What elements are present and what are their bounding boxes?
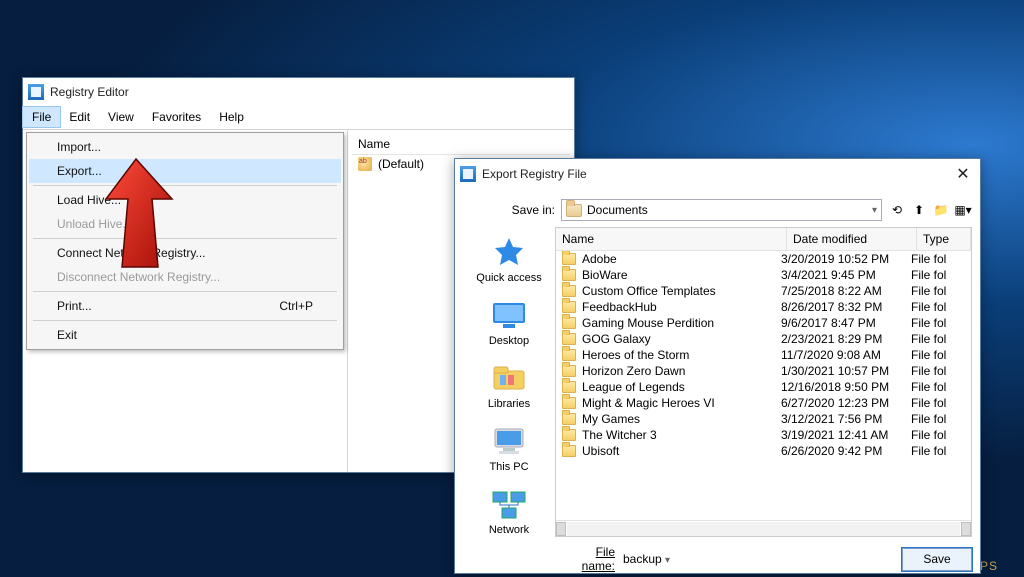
- list-item[interactable]: Horizon Zero Dawn1/30/2021 10:57 PMFile …: [556, 363, 971, 379]
- horizontal-scrollbar[interactable]: [556, 520, 971, 536]
- save-in-label: Save in:: [503, 203, 555, 217]
- folder-icon: [562, 413, 576, 425]
- menu-favorites[interactable]: Favorites: [143, 107, 210, 127]
- chevron-down-icon: ▾: [665, 555, 670, 566]
- menu-item-print[interactable]: Print... Ctrl+P: [29, 294, 341, 318]
- col-date[interactable]: Date modified: [787, 228, 917, 250]
- list-item[interactable]: Custom Office Templates7/25/2018 8:22 AM…: [556, 283, 971, 299]
- place-this-pc[interactable]: This PC: [489, 420, 529, 477]
- close-button[interactable]: ✕: [951, 164, 975, 184]
- col-type[interactable]: Type: [917, 228, 971, 250]
- list-item[interactable]: League of Legends12/16/2018 9:50 PMFile …: [556, 379, 971, 395]
- folder-icon: [562, 333, 576, 345]
- regedit-col-name[interactable]: Name: [352, 134, 570, 155]
- new-folder-icon[interactable]: 📁: [932, 201, 950, 219]
- place-desktop[interactable]: Desktop: [489, 294, 529, 351]
- folder-icon: [562, 317, 576, 329]
- regedit-menubar: File Edit View Favorites Help: [23, 105, 574, 130]
- folder-icon: [562, 253, 576, 265]
- menu-item-disconnect-network: Disconnect Network Registry...: [29, 265, 341, 289]
- folder-icon: [562, 381, 576, 393]
- regedit-default-label: (Default): [378, 157, 424, 171]
- regedit-icon: [28, 84, 44, 100]
- save-in-combo[interactable]: Documents ▾: [561, 199, 882, 221]
- folder-icon: [562, 445, 576, 457]
- menu-file[interactable]: File: [23, 107, 60, 127]
- list-item[interactable]: Adobe3/20/2019 10:52 PMFile fol: [556, 251, 971, 267]
- folder-icon: [562, 429, 576, 441]
- chevron-down-icon: ▾: [872, 205, 877, 216]
- list-item[interactable]: FeedbackHub8/26/2017 8:32 PMFile fol: [556, 299, 971, 315]
- file-menu-dropdown: Import... Export... Load Hive... Unload …: [26, 132, 344, 350]
- string-value-icon: [358, 157, 372, 171]
- menu-edit[interactable]: Edit: [60, 107, 99, 127]
- regedit-title: Registry Editor: [50, 85, 129, 99]
- print-accelerator: Ctrl+P: [279, 299, 313, 313]
- menu-help[interactable]: Help: [210, 107, 253, 127]
- list-item[interactable]: Might & Magic Heroes VI6/27/2020 12:23 P…: [556, 395, 971, 411]
- list-item[interactable]: Ubisoft6/26/2020 9:42 PMFile fol: [556, 443, 971, 459]
- folder-icon: [562, 349, 576, 361]
- back-icon[interactable]: ⟲: [888, 201, 906, 219]
- list-item[interactable]: The Witcher 33/19/2021 12:41 AMFile fol: [556, 427, 971, 443]
- documents-folder-icon: [566, 204, 582, 217]
- places-bar: Quick access Desktop Libraries This PC N…: [463, 227, 555, 537]
- list-item[interactable]: BioWare3/4/2021 9:45 PMFile fol: [556, 267, 971, 283]
- folder-icon: [562, 301, 576, 313]
- folder-icon: [562, 269, 576, 281]
- list-item[interactable]: My Games3/12/2021 7:56 PMFile fol: [556, 411, 971, 427]
- folder-icon: [562, 365, 576, 377]
- save-in-value: Documents: [587, 203, 648, 217]
- scroll-left-button[interactable]: [556, 522, 566, 536]
- menu-item-unload-hive: Unload Hive...: [29, 212, 341, 236]
- export-registry-dialog: Export Registry File ✕ Save in: Document…: [454, 158, 981, 574]
- export-icon: [460, 166, 476, 182]
- up-one-level-icon[interactable]: ⬆: [910, 201, 928, 219]
- export-title: Export Registry File: [482, 167, 587, 181]
- list-item[interactable]: Gaming Mouse Perdition9/6/2017 8:47 PMFi…: [556, 315, 971, 331]
- place-libraries[interactable]: Libraries: [488, 357, 530, 414]
- menu-item-exit[interactable]: Exit: [29, 323, 341, 347]
- menu-item-load-hive[interactable]: Load Hive...: [29, 188, 341, 212]
- folder-icon: [562, 285, 576, 297]
- file-name-label: File name:: [559, 545, 615, 573]
- menu-item-connect-network[interactable]: Connect Network Registry...: [29, 241, 341, 265]
- place-network[interactable]: Network: [489, 483, 529, 540]
- view-menu-icon[interactable]: ▦▾: [954, 201, 972, 219]
- scroll-right-button[interactable]: [961, 522, 971, 536]
- list-item[interactable]: GOG Galaxy2/23/2021 8:29 PMFile fol: [556, 331, 971, 347]
- save-button[interactable]: Save: [902, 548, 972, 571]
- col-name[interactable]: Name: [556, 228, 787, 250]
- menu-view[interactable]: View: [99, 107, 143, 127]
- folder-icon: [562, 397, 576, 409]
- export-titlebar[interactable]: Export Registry File ✕: [455, 159, 980, 189]
- list-item[interactable]: Heroes of the Storm11/7/2020 9:08 AMFile…: [556, 347, 971, 363]
- file-list: Name Date modified Type Adobe3/20/2019 1…: [555, 227, 972, 537]
- menu-item-export[interactable]: Export...: [29, 159, 341, 183]
- file-name-input[interactable]: backup ▾: [623, 552, 894, 566]
- regedit-titlebar[interactable]: Registry Editor: [23, 78, 574, 105]
- file-name-value: backup: [623, 552, 662, 566]
- place-quick-access[interactable]: Quick access: [476, 231, 541, 288]
- menu-item-import[interactable]: Import...: [29, 135, 341, 159]
